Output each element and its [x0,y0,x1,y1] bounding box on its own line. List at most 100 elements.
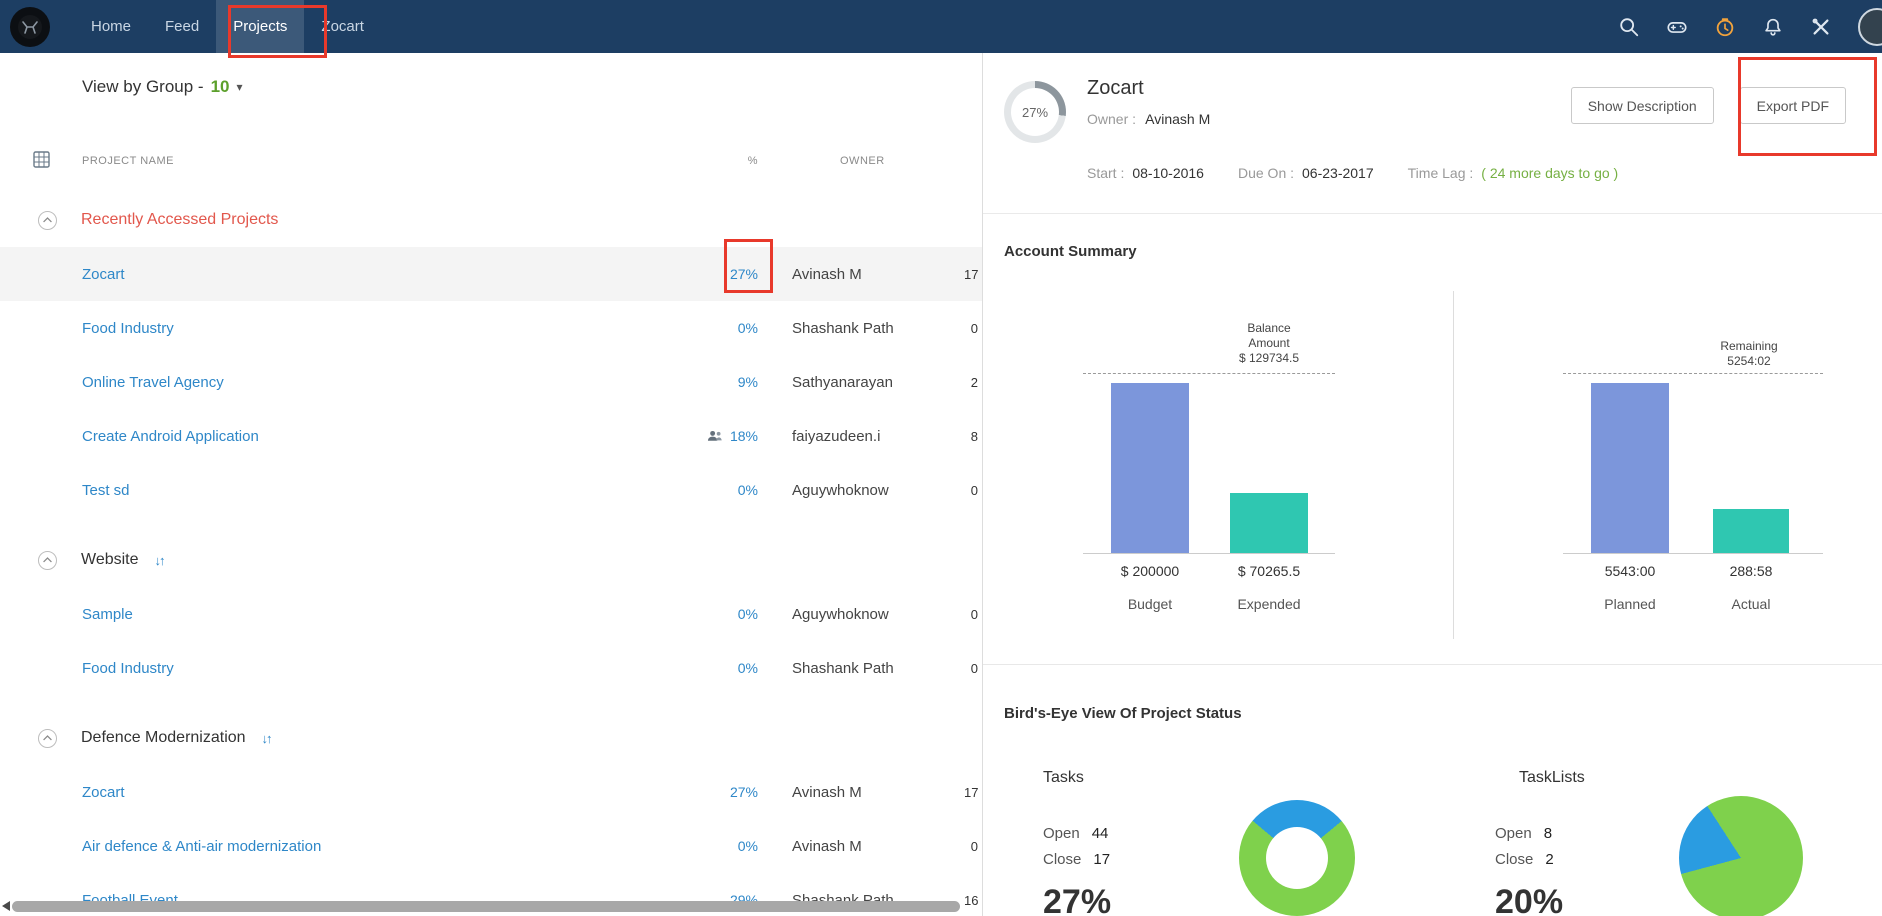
actual-bar [1713,509,1789,553]
table-row[interactable]: Online Travel Agency 9% Sathyanarayan 2 [0,355,982,409]
group-title: Website [81,551,139,568]
project-owner: Aguywhoknow [792,605,889,623]
group-count: 10 [210,77,230,96]
scroll-left-arrow[interactable] [2,901,10,911]
column-header-project-name[interactable]: PROJECT NAME [82,155,640,167]
brand-logo-icon [18,14,42,39]
search-icon[interactable] [1618,16,1640,38]
nav-item-zocart[interactable]: Zocart [304,0,381,53]
donut-hole [1266,827,1328,889]
progress-ring: 27% [1004,81,1066,143]
tasklists-pie-chart [1679,796,1803,916]
project-count: 0 [970,320,978,336]
table-header: PROJECT NAME % OWNER [0,151,982,171]
project-name-link[interactable]: Sample [82,606,640,623]
project-owner: Shashank Path [792,319,894,337]
project-name-link[interactable]: Test sd [82,482,640,499]
project-owner: Aguywhoknow [792,481,889,499]
start-date: 08-10-2016 [1132,165,1204,181]
hours-chart [1563,293,1823,554]
games-icon[interactable] [1666,16,1688,38]
main-nav: Home Feed Projects Zocart [74,0,381,53]
table-grid-icon[interactable] [32,151,50,168]
collapse-icon[interactable] [38,210,57,230]
project-percent: 27% [729,784,758,800]
project-name-link[interactable]: Air defence & Anti-air modernization [82,838,640,855]
project-count: 17 [964,784,979,800]
project-name-link[interactable]: Create Android Application [82,428,640,445]
project-count: 17 [964,266,979,282]
expended-category: Expended [1237,596,1301,612]
budget-bar [1111,383,1189,553]
time-lag-label: Time Lag : [1407,165,1474,181]
project-name-link[interactable]: Zocart [82,266,640,283]
nav-item-feed[interactable]: Feed [148,0,216,53]
view-by-group-dropdown[interactable]: View by Group - 10 ▾ [82,77,243,97]
collapse-icon[interactable] [38,550,57,570]
project-owner: Shashank Path [792,659,894,677]
tasklists-close-row: Close 2 [1495,851,1554,868]
collapse-icon[interactable] [38,728,57,748]
balance-threshold-line [1083,373,1335,374]
planned-bar [1591,383,1669,553]
table-row[interactable]: Zocart 27% Avinash M 17 [0,765,982,819]
project-count: 0 [970,660,978,676]
tasks-open-row: Open 44 [1043,825,1109,842]
table-row[interactable]: Food Industry 0% Shashank Path 0 [0,641,982,695]
column-header-owner[interactable]: OWNER [792,155,964,167]
table-row[interactable]: Air defence & Anti-air modernization 0% … [0,819,982,873]
timer-icon[interactable] [1714,16,1736,38]
export-pdf-button[interactable]: Export PDF [1739,87,1846,124]
group-title: Defence Modernization [81,729,246,746]
group-title: Recently Accessed Projects [81,211,279,228]
group-website: Website ↓↑ Sample 0% Aguywhoknow 0 Food … [0,533,982,695]
owner-label: Owner : [1087,111,1137,127]
project-percent: 0% [737,606,758,622]
expended-bar [1230,493,1308,553]
table-row[interactable]: Food Industry 0% Shashank Path 0 [0,301,982,355]
project-meta: Start : 08-10-2016 Due On : 06-23-2017 Tim… [1087,165,1618,181]
table-row[interactable]: Zocart 27% Avinash M 17 [0,247,982,301]
tasklists-percent: 20% [1495,883,1564,916]
group-header[interactable]: Recently Accessed Projects [0,193,982,247]
brand-logo[interactable] [10,6,50,47]
project-name-link[interactable]: Online Travel Agency [82,374,640,391]
project-percent: 0% [737,482,758,498]
group-header[interactable]: Website ↓↑ [0,533,982,587]
project-percent: 27% [729,266,758,282]
nav-item-home[interactable]: Home [74,0,148,53]
due-label: Due On : [1237,165,1295,181]
column-header-percent[interactable]: % [640,155,768,167]
nav-item-projects[interactable]: Projects [216,0,305,53]
table-row[interactable]: Create Android Application 18% faiyazude… [0,409,982,463]
project-owner: Avinash M [792,265,862,283]
project-count: 16 [964,892,979,908]
project-name-link[interactable]: Food Industry [82,660,640,677]
tasklists-label: TaskLists [1519,769,1585,786]
divider [983,664,1882,665]
project-name-link[interactable]: Food Industry [82,320,640,337]
progress-ring-value: 27% [1011,88,1059,136]
account-summary-title: Account Summary [1004,243,1137,260]
tasks-percent: 27% [1043,883,1112,916]
show-description-button[interactable]: Show Description [1570,87,1714,124]
sort-icon[interactable]: ↓↑ [155,553,166,568]
chart-divider [1453,291,1454,639]
view-by-label: View by Group - [82,77,204,96]
tools-icon[interactable] [1810,16,1832,38]
project-owner: faiyazudeen.i [792,427,881,445]
budget-value: $ 200000 [1120,563,1180,579]
project-count: 0 [970,606,978,622]
table-row[interactable]: Test sd 0% Aguywhoknow 0 [0,463,982,517]
project-groups: Recently Accessed Projects Zocart 27% Av… [0,193,982,916]
remaining-threshold-line [1563,373,1823,374]
budget-category: Budget [1127,596,1173,612]
project-percent: 0% [737,320,758,336]
project-name-link[interactable]: Zocart [82,784,640,801]
group-header[interactable]: Defence Modernization ↓↑ [0,711,982,765]
horizontal-scrollbar[interactable] [12,901,960,912]
table-row[interactable]: Sample 0% Aguywhoknow 0 [0,587,982,641]
sort-icon[interactable]: ↓↑ [262,731,273,746]
notifications-icon[interactable] [1762,16,1784,38]
user-avatar[interactable] [1858,7,1882,46]
